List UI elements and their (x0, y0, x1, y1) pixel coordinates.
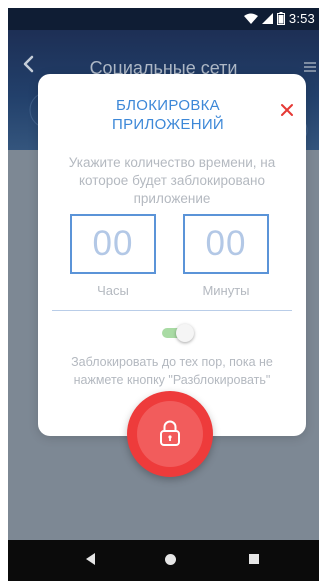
status-icons: 3:53 (243, 11, 315, 26)
menu-icon[interactable] (303, 60, 317, 74)
dialog-instruction: Укажите количество времени, на которое б… (68, 155, 276, 206)
hours-input[interactable]: 00 (70, 214, 156, 274)
divider (52, 310, 292, 311)
status-time: 3:53 (288, 11, 315, 26)
wifi-icon (243, 13, 258, 24)
navigation-bar (8, 540, 319, 581)
lock-icon (160, 420, 180, 446)
hours-label: Часы (97, 283, 129, 298)
lock-button-inner (137, 401, 203, 467)
battery-icon (276, 12, 285, 25)
toggle-knob (176, 324, 194, 342)
close-icon[interactable] (280, 103, 294, 117)
minutes-label: Минуты (202, 283, 250, 298)
signal-icon (261, 12, 273, 24)
dialog-title: БЛОКИРОВКА ПРИЛОЖЕНИЙ (112, 97, 224, 133)
status-bar: 3:53 (8, 8, 319, 30)
app-block-dialog: БЛОКИРОВКА ПРИЛОЖЕНИЙ Укажите количество… (38, 74, 306, 436)
minutes-input[interactable]: 00 (183, 214, 269, 274)
lock-button[interactable] (127, 391, 213, 477)
back-icon[interactable] (86, 553, 95, 565)
block-until-unlock-label: Заблокировать до тех пор, пока не нажмет… (71, 355, 273, 387)
home-icon[interactable] (165, 554, 176, 565)
block-until-unlock-toggle[interactable] (162, 324, 194, 342)
phone-screen: 3:53 Социальные сети БЛОКИРОВКА ПРИЛОЖЕН… (8, 8, 319, 581)
recents-icon[interactable] (249, 554, 259, 564)
